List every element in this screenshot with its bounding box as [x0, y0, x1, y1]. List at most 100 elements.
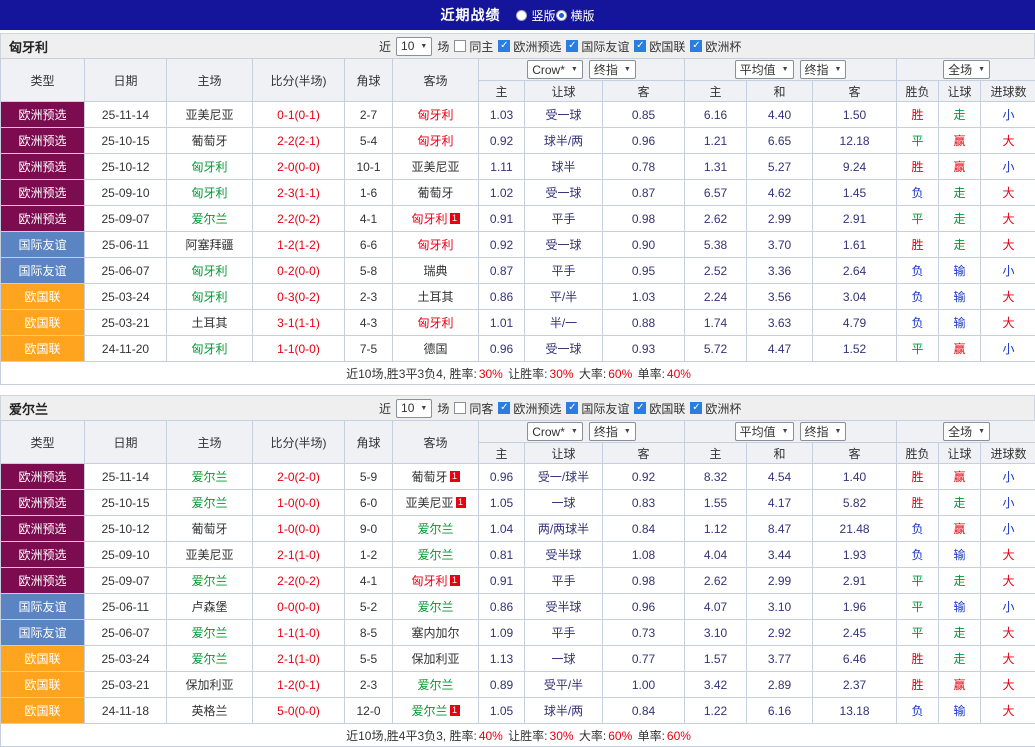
match-row[interactable]: 欧洲预选25-10-15葡萄牙2-2(2-1)5-4匈牙利0.92球半/两0.9…: [1, 128, 1035, 154]
avg-time-select[interactable]: 终指▼: [800, 422, 847, 441]
view-option-vertical[interactable]: 竖版: [516, 7, 555, 24]
match-row[interactable]: 欧国联25-03-21保加利亚1-2(0-1)2-3爱尔兰0.89受平/半1.0…: [1, 672, 1035, 698]
match-row[interactable]: 欧洲预选25-11-14爱尔兰2-0(2-0)5-9葡萄牙10.96受一/球半0…: [1, 464, 1035, 490]
home-team: 爱尔兰: [167, 620, 253, 646]
result-cell: 平: [897, 336, 939, 362]
dropdown-arrow-icon: ▼: [624, 66, 631, 73]
near-label: 近: [379, 400, 391, 417]
corners: 2-7: [345, 102, 393, 128]
match-row[interactable]: 欧洲预选25-09-07爱尔兰2-2(0-2)4-1匈牙利10.91平手0.98…: [1, 206, 1035, 232]
sub-col-header: 让球: [525, 443, 603, 464]
avg-source-select[interactable]: 平均值▼: [735, 422, 794, 441]
home-team-name: 匈牙利: [191, 290, 227, 304]
handicap-odds: 1.03: [479, 102, 525, 128]
team-section: 匈牙利近10▼场同主✓欧洲预选✓国际友谊✓欧国联✓欧洲杯类型日期主场比分(半场)…: [0, 33, 1035, 385]
view-toggle-group: 竖版横版: [516, 7, 594, 24]
match-count-select-value: 10: [401, 401, 414, 415]
match-row[interactable]: 欧国联25-03-24匈牙利0-3(0-2)2-3土耳其0.86平/半1.032…: [1, 284, 1035, 310]
result-cell: 走: [939, 232, 981, 258]
competition-checkbox[interactable]: ✓欧国联: [634, 400, 685, 417]
match-date: 25-10-12: [85, 516, 167, 542]
competition-checkbox-label: 欧国联: [649, 38, 685, 55]
avg-odds: 3.10: [685, 620, 747, 646]
avg-odds: 21.48: [813, 516, 897, 542]
match-row[interactable]: 国际友谊25-06-07爱尔兰1-1(1-0)8-5塞内加尔1.09平手0.73…: [1, 620, 1035, 646]
result-cell: 输: [939, 698, 981, 724]
away-team-name: 匈牙利: [417, 316, 453, 330]
odds-time-select[interactable]: 终指▼: [589, 60, 636, 79]
avg-time-select[interactable]: 终指▼: [800, 60, 847, 79]
competition-checkbox[interactable]: ✓欧洲预选: [498, 38, 561, 55]
handicap-odds: 0.78: [603, 154, 685, 180]
result-cell: 大: [981, 568, 1035, 594]
result-cell: 负: [897, 542, 939, 568]
competition-checkbox[interactable]: ✓欧洲杯: [690, 400, 741, 417]
result-cell: 大: [981, 128, 1035, 154]
handicap-odds: 球半/两: [525, 128, 603, 154]
match-row[interactable]: 欧洲预选25-09-10匈牙利2-3(1-1)1-6葡萄牙1.02受一球0.87…: [1, 180, 1035, 206]
away-team-name: 爱尔兰: [417, 678, 453, 692]
match-row[interactable]: 欧洲预选25-10-12葡萄牙1-0(0-0)9-0爱尔兰1.04两/两球半0.…: [1, 516, 1035, 542]
handicap-odds: 0.90: [603, 232, 685, 258]
match-date: 25-03-21: [85, 310, 167, 336]
odds-source-select[interactable]: Crow*▼: [527, 60, 583, 79]
match-row[interactable]: 欧洲预选25-10-15爱尔兰1-0(0-0)6-0亚美尼亚11.05一球0.8…: [1, 490, 1035, 516]
result-cell: 胜: [897, 154, 939, 180]
result-cell: 胜: [897, 464, 939, 490]
avg-time-select-value: 终指: [805, 423, 829, 440]
away-team-name: 亚美尼亚: [405, 496, 453, 510]
match-row[interactable]: 国际友谊25-06-07匈牙利0-2(0-0)5-8瑞典0.87平手0.952.…: [1, 258, 1035, 284]
avg-source-select[interactable]: 平均值▼: [735, 60, 794, 79]
score: 0-3(0-2): [253, 284, 345, 310]
competition-checkbox[interactable]: ✓国际友谊: [566, 400, 629, 417]
score: 1-1(1-0): [253, 620, 345, 646]
checkbox-icon: [454, 40, 466, 52]
col-header: 日期: [85, 59, 167, 102]
same-venue-checkbox[interactable]: 同客: [454, 400, 493, 417]
odds-time-select[interactable]: 终指▼: [589, 422, 636, 441]
scope-select-value: 全场: [948, 423, 972, 440]
scope-select[interactable]: 全场▼: [943, 422, 990, 441]
match-row[interactable]: 国际友谊25-06-11阿塞拜疆1-2(1-2)6-6匈牙利0.92受一球0.9…: [1, 232, 1035, 258]
match-row[interactable]: 欧国联25-03-21土耳其3-1(1-1)4-3匈牙利1.01半/一0.881…: [1, 310, 1035, 336]
match-row[interactable]: 欧国联24-11-18英格兰5-0(0-0)12-0爱尔兰11.05球半/两0.…: [1, 698, 1035, 724]
same-venue-checkbox[interactable]: 同主: [454, 38, 493, 55]
match-row[interactable]: 国际友谊25-06-11卢森堡0-0(0-0)5-2爱尔兰0.86受半球0.96…: [1, 594, 1035, 620]
competition-badge: 欧洲预选: [1, 516, 85, 542]
result-cell: 平: [897, 568, 939, 594]
sub-col-header: 胜负: [897, 81, 939, 102]
avg-odds: 2.99: [747, 568, 813, 594]
home-team-name: 爱尔兰: [191, 574, 227, 588]
competition-checkbox[interactable]: ✓欧洲杯: [690, 38, 741, 55]
odds-source-select[interactable]: Crow*▼: [527, 422, 583, 441]
competition-checkbox[interactable]: ✓国际友谊: [566, 38, 629, 55]
competition-checkbox[interactable]: ✓欧国联: [634, 38, 685, 55]
red-card-badge: 1: [450, 705, 460, 716]
view-option-horizontal[interactable]: 横版: [556, 7, 595, 24]
competition-checkbox[interactable]: ✓欧洲预选: [498, 400, 561, 417]
summary-label: 让胜率:: [505, 729, 548, 743]
away-team-name: 爱尔兰: [417, 548, 453, 562]
match-row[interactable]: 欧国联25-03-24爱尔兰2-1(1-0)5-5保加利亚1.13一球0.771…: [1, 646, 1035, 672]
avg-odds: 6.16: [685, 102, 747, 128]
match-row[interactable]: 欧国联24-11-20匈牙利1-1(0-0)7-5德国0.96受一球0.935.…: [1, 336, 1035, 362]
match-row[interactable]: 欧洲预选25-09-07爱尔兰2-2(0-2)4-1匈牙利10.91平手0.98…: [1, 568, 1035, 594]
corners: 2-3: [345, 284, 393, 310]
handicap-odds: 1.09: [479, 620, 525, 646]
avg-odds: 1.12: [685, 516, 747, 542]
competition-badge: 欧洲预选: [1, 128, 85, 154]
match-count-select[interactable]: 10▼: [396, 399, 432, 418]
competition-checkbox-label: 国际友谊: [581, 400, 629, 417]
match-count-select[interactable]: 10▼: [396, 37, 432, 56]
result-cell: 平: [897, 620, 939, 646]
away-team: 爱尔兰: [393, 542, 479, 568]
away-team: 德国: [393, 336, 479, 362]
avg-odds: 12.18: [813, 128, 897, 154]
match-row[interactable]: 欧洲预选25-10-12匈牙利2-0(0-0)10-1亚美尼亚1.11球半0.7…: [1, 154, 1035, 180]
match-row[interactable]: 欧洲预选25-09-10亚美尼亚2-1(1-0)1-2爱尔兰0.81受半球1.0…: [1, 542, 1035, 568]
handicap-odds: 平手: [525, 258, 603, 284]
scope-select[interactable]: 全场▼: [943, 60, 990, 79]
handicap-odds: 平/半: [525, 284, 603, 310]
match-row[interactable]: 欧洲预选25-11-14亚美尼亚0-1(0-1)2-7匈牙利1.03受一球0.8…: [1, 102, 1035, 128]
home-team: 匈牙利: [167, 284, 253, 310]
